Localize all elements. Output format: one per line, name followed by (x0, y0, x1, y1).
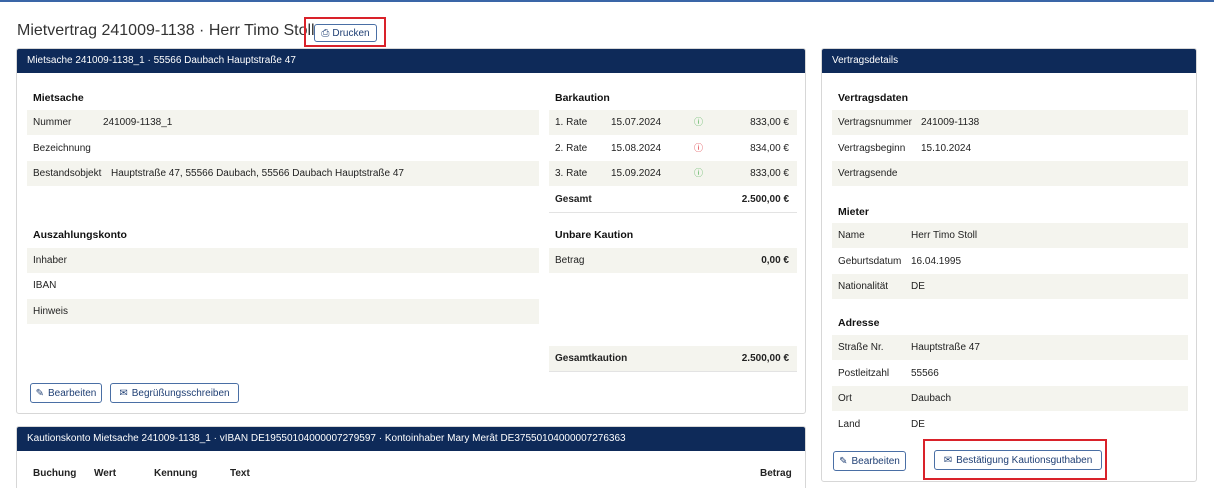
top-accent-line (0, 0, 1214, 2)
kautionskonto-panel-heading: Kautionskonto Mietsache 241009-1138_1 · … (17, 427, 805, 451)
adresse-row: Straße Nr. Hauptstraße 47 (832, 335, 1188, 360)
unbare-kaution-betrag: Betrag 0,00 € (549, 248, 797, 273)
barkaution-rate-3: 3. Rate 15.09.2024 ⓘ 833,00 € (549, 161, 797, 186)
column-buchung: Buchung (33, 468, 77, 479)
unbare-kaution-section-title: Unbare Kaution (555, 229, 634, 241)
mietsache-row-bestandsobjekt: Bestandsobjekt Hauptstraße 47, 55566 Dau… (27, 161, 539, 186)
envelope-icon: ✉ (119, 387, 128, 399)
edit-contract-button[interactable]: ✎ Bearbeiten (833, 451, 906, 471)
barkaution-rate-2: 2. Rate 15.08.2024 ⓘ 834,00 € (549, 136, 797, 161)
barkaution-total: Gesamt 2.500,00 € (555, 194, 789, 205)
gesamtkaution-row: Gesamtkaution 2.500,00 € (549, 346, 797, 371)
kautionskonto-panel: Kautionskonto Mietsache 241009-1138_1 · … (16, 426, 806, 488)
barkaution-rate-1: 1. Rate 15.07.2024 ⓘ 833,00 € (549, 110, 797, 135)
vertragsdaten-section-title: Vertragsdaten (838, 92, 909, 104)
adresse-row: Land DE (838, 419, 925, 430)
vertragsdaten-row: Vertragsbeginn 15.10.2024 (838, 143, 972, 154)
auszahlung-row-inhaber: Inhaber (27, 248, 539, 273)
adresse-section-title: Adresse (838, 317, 880, 329)
column-kennung: Kennung (154, 468, 198, 479)
mieter-section-title: Mieter (838, 206, 869, 218)
welcome-letter-button[interactable]: ✉ Begrüßungsschreiben (110, 383, 239, 403)
barkaution-section-title: Barkaution (555, 92, 610, 104)
auszahlung-row-iban: IBAN (33, 280, 57, 291)
mieter-row: Nationalität DE (832, 274, 1188, 299)
mieter-row: Name Herr Timo Stoll (832, 223, 1188, 248)
printer-icon: ⎙ (321, 27, 330, 39)
print-button-highlight: ⎙ Drucken (304, 17, 386, 47)
adresse-row: Ort Daubach (832, 386, 1188, 411)
column-text: Text (230, 468, 250, 479)
vertragsdaten-row: Vertragsende (832, 161, 1188, 186)
divider (549, 371, 797, 372)
vertragsdaten-row: Vertragsnummer 241009-1138 (832, 110, 1188, 135)
divider (549, 212, 797, 213)
page-title: Mietvertrag 241009-1138 · Herr Timo Stol… (17, 22, 315, 39)
edit-button[interactable]: ✎ Bearbeiten (30, 383, 102, 403)
print-button-label: Drucken (332, 27, 370, 39)
info-circle-icon[interactable]: ⓘ (694, 110, 703, 135)
pencil-icon: ✎ (839, 455, 848, 467)
mieter-row: Geburtsdatum 16.04.1995 (838, 256, 962, 267)
auszahlung-row-hinweis: Hinweis (27, 299, 539, 324)
auszahlungskonto-section-title: Auszahlungskonto (33, 229, 127, 241)
envelope-icon: ✉ (943, 454, 953, 466)
vertragsdetails-panel-heading: Vertragsdetails (822, 49, 1196, 73)
column-wert: Wert (94, 468, 117, 479)
print-button[interactable]: ⎙ Drucken (314, 24, 377, 42)
deposit-confirmation-button[interactable]: ✉ Bestätigung Kautionsguthaben (934, 450, 1102, 470)
pencil-icon: ✎ (35, 387, 44, 399)
mietsache-row-bezeichnung: Bezeichnung (33, 143, 91, 154)
mietsache-panel-heading: Mietsache 241009-1138_1 · 55566 Daubach … (17, 49, 805, 73)
mietsache-section-title: Mietsache (33, 92, 84, 104)
mietsache-row-nummer: Nummer 241009-1138_1 (27, 110, 539, 135)
vertragsdetails-panel: Vertragsdetails Vertragsdaten Vertragsnu… (821, 48, 1197, 482)
info-circle-icon[interactable]: ⓘ (694, 161, 703, 186)
mietsache-panel: Mietsache 241009-1138_1 · 55566 Daubach … (16, 48, 806, 414)
adresse-row: Postleitzahl 55566 (838, 368, 939, 379)
column-betrag: Betrag (760, 468, 792, 479)
info-circle-icon[interactable]: ⓘ (694, 136, 703, 161)
